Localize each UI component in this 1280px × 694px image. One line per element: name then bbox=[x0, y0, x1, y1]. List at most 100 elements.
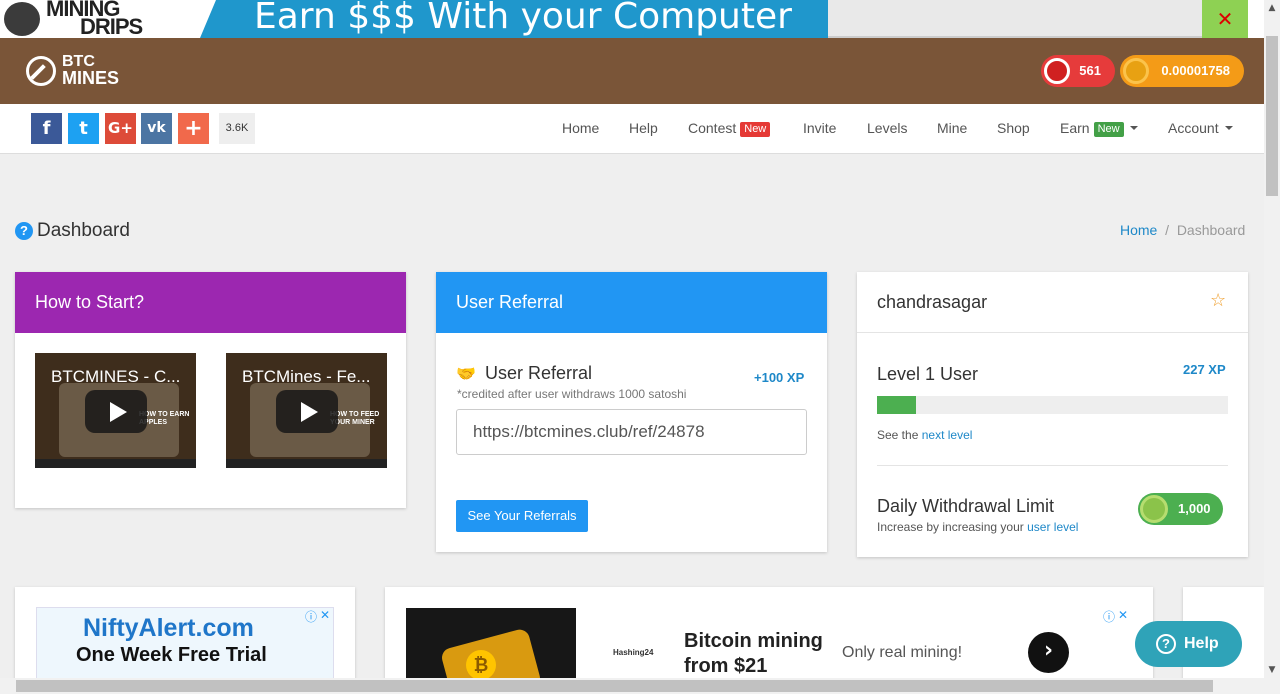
ad-headline-panel[interactable]: Earn $$$ With your Computer bbox=[200, 0, 828, 38]
referral-xp: +100 XP bbox=[754, 370, 805, 385]
new-badge: New bbox=[740, 122, 771, 137]
scroll-down-icon[interactable]: ▼ bbox=[1264, 662, 1280, 678]
nav-label: Levels bbox=[867, 120, 908, 136]
nav-label: Home bbox=[562, 120, 600, 136]
new-badge: New bbox=[1093, 122, 1124, 137]
video-bar bbox=[226, 459, 387, 468]
next-level-text: See the next level bbox=[877, 428, 972, 442]
nav-label: Earn bbox=[1060, 120, 1090, 136]
play-icon[interactable] bbox=[85, 390, 147, 433]
nav-shop[interactable]: Shop bbox=[997, 119, 1030, 137]
withdrawal-limit-subtext: Increase by increasing your user level bbox=[877, 520, 1078, 534]
share-count: 3.6K bbox=[219, 113, 255, 144]
level-progress-fill bbox=[877, 396, 916, 414]
question-circle-icon: ? bbox=[1156, 634, 1176, 654]
star-icon[interactable]: ☆ bbox=[1210, 290, 1226, 311]
card-header: How to Start? bbox=[15, 272, 406, 333]
user-level-link[interactable]: user level bbox=[1027, 520, 1078, 534]
nav-contest[interactable]: Contest New bbox=[688, 119, 771, 137]
nifty-title: NiftyAlert.com bbox=[83, 614, 254, 642]
referral-title: User Referral bbox=[485, 363, 593, 383]
ad-logo-line2: DRIPS bbox=[80, 14, 143, 39]
question-circle-icon: ? bbox=[15, 222, 33, 240]
apple-icon bbox=[1044, 58, 1070, 84]
nav-label: Help bbox=[629, 120, 658, 136]
ad-headline[interactable]: Earn $$$ With your Computer bbox=[254, 0, 792, 37]
see-referrals-button[interactable]: See Your Referrals bbox=[456, 500, 588, 532]
nav-label: Mine bbox=[937, 120, 968, 136]
breadcrumb: Home / Dashboard bbox=[1120, 222, 1245, 238]
mining-drips-logo: MINING DRIPS bbox=[0, 0, 200, 38]
top-ad-banner[interactable]: MINING DRIPS Earn $$$ With your Computer… bbox=[0, 0, 1264, 38]
nav-label: Contest bbox=[688, 120, 737, 136]
video-caption: HOW TO EARN APPLES bbox=[139, 411, 190, 426]
video-title: BTCMINES - C... bbox=[51, 367, 181, 386]
add-share-icon[interactable]: + bbox=[178, 113, 209, 144]
withdrawal-limit-badge: 1,000 bbox=[1138, 493, 1223, 525]
ad-close-icon[interactable]: ✕ bbox=[1118, 608, 1128, 622]
nav-levels[interactable]: Levels bbox=[867, 119, 907, 137]
next-level-link[interactable]: next level bbox=[922, 428, 973, 442]
ad-subtext: Only real mining! bbox=[842, 644, 963, 661]
video-caption: HOW TO FEED YOUR MINER bbox=[330, 411, 380, 426]
pickaxe-icon bbox=[26, 56, 56, 86]
ad-close-icon[interactable]: ✕ bbox=[320, 608, 330, 622]
ad-headline[interactable]: Bitcoin mining from $21 bbox=[684, 629, 834, 679]
referral-note: *credited after user withdraws 1000 sato… bbox=[457, 387, 687, 401]
nifty-subtitle: One Week Free Trial bbox=[76, 644, 267, 666]
ad-info-icon[interactable]: ⓘ bbox=[305, 608, 317, 625]
referral-link-field[interactable]: https://btcmines.club/ref/24878 bbox=[456, 409, 807, 455]
ad-blank-area bbox=[828, 0, 1202, 38]
handshake-icon: 🤝 bbox=[456, 364, 476, 383]
bitcoin-icon: ₿ bbox=[466, 650, 496, 680]
breadcrumb-separator: / bbox=[1165, 222, 1170, 238]
ad-info-icon[interactable]: ⓘ bbox=[1103, 608, 1115, 625]
nav-label: Account bbox=[1168, 120, 1219, 136]
help-button[interactable]: ? Help bbox=[1135, 621, 1242, 667]
card-header: User Referral bbox=[436, 272, 827, 333]
nav-account[interactable]: Account bbox=[1168, 119, 1233, 137]
apples-count: 561 bbox=[1079, 63, 1101, 78]
pickaxe-icon bbox=[4, 2, 40, 36]
help-label: Help bbox=[1184, 635, 1219, 652]
page-title: Dashboard bbox=[37, 220, 130, 241]
brand-line2: MINES bbox=[62, 68, 120, 88]
vk-share-icon[interactable]: vk bbox=[141, 113, 172, 144]
breadcrumb-home[interactable]: Home bbox=[1120, 222, 1157, 238]
horizontal-scroll-thumb[interactable] bbox=[16, 680, 1213, 692]
scroll-up-icon[interactable]: ▲ bbox=[1264, 0, 1280, 16]
nav-earn[interactable]: Earn New bbox=[1060, 119, 1138, 137]
video-thumbnail[interactable]: BTCMINES - C... HOW TO EARN APPLES bbox=[35, 353, 196, 468]
btc-balance[interactable]: 0.00001758 bbox=[1120, 55, 1244, 87]
google-plus-share-icon[interactable]: G+ bbox=[105, 113, 136, 144]
pickaxe-coin-icon bbox=[1123, 58, 1149, 84]
caret-down-icon bbox=[1129, 126, 1138, 130]
video-thumbnail[interactable]: BTCMines - Fe... HOW TO FEED YOUR MINER bbox=[226, 353, 387, 468]
apples-balance[interactable]: 561 bbox=[1041, 55, 1115, 87]
nav-mine[interactable]: Mine bbox=[937, 119, 967, 137]
chevron-right-icon[interactable]: › bbox=[1028, 632, 1069, 673]
withdrawal-limit-value: 1,000 bbox=[1178, 501, 1211, 516]
twitter-share-icon[interactable]: t bbox=[68, 113, 99, 144]
btc-amount: 0.00001758 bbox=[1161, 63, 1230, 78]
nav-invite[interactable]: Invite bbox=[803, 119, 836, 137]
vertical-scroll-thumb[interactable] bbox=[1266, 36, 1278, 196]
divider bbox=[877, 465, 1228, 466]
level-progress-bar bbox=[877, 396, 1228, 414]
video-bar bbox=[35, 459, 196, 468]
close-icon[interactable]: ✕ bbox=[1202, 0, 1248, 38]
hashing24-logo: Hashing24 bbox=[613, 648, 654, 657]
user-xp: 227 XP bbox=[1183, 362, 1226, 377]
nav-home[interactable]: Home bbox=[562, 119, 599, 137]
play-icon[interactable] bbox=[276, 390, 338, 433]
video-title: BTCMines - Fe... bbox=[242, 367, 371, 386]
withdrawal-limit-title: Daily Withdrawal Limit bbox=[877, 496, 1055, 516]
breadcrumb-current: Dashboard bbox=[1176, 222, 1246, 238]
nav-label: Invite bbox=[803, 120, 837, 136]
withdrawal-sub-prefix: Increase by increasing your bbox=[877, 520, 1024, 534]
nav-label: Shop bbox=[997, 120, 1030, 136]
next-level-prefix: See the bbox=[877, 428, 919, 442]
facebook-share-icon[interactable]: f bbox=[31, 113, 62, 144]
user-level: Level 1 User bbox=[877, 364, 979, 384]
nav-help[interactable]: Help bbox=[629, 119, 658, 137]
